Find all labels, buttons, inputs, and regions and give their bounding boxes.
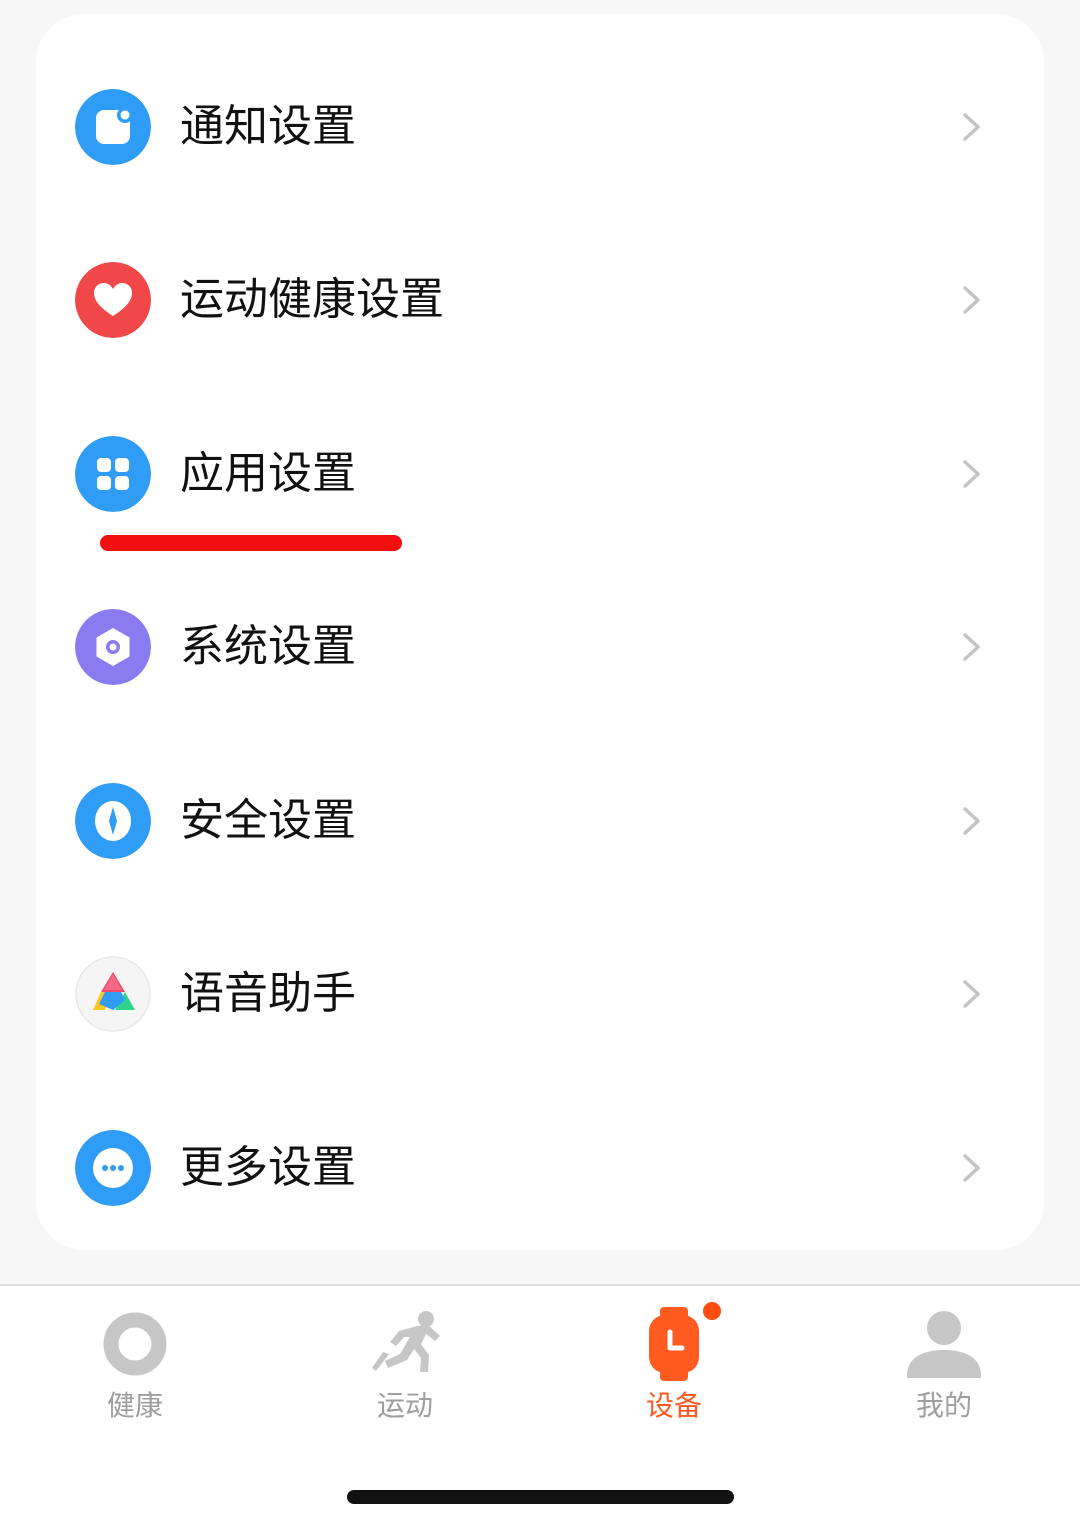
notification-badge-dot — [703, 1302, 721, 1320]
chevron-right-icon — [956, 806, 986, 836]
shield-icon — [75, 783, 151, 859]
running-icon — [365, 1304, 445, 1384]
settings-item-label: 系统设置 — [180, 621, 356, 672]
settings-item-notification[interactable]: 通知设置 — [36, 39, 1044, 213]
settings-item-label: 应用设置 — [180, 448, 356, 499]
health-ring-icon — [95, 1304, 175, 1384]
settings-item-health[interactable]: 运动健康设置 — [36, 212, 1044, 386]
tab-label: 我的 — [915, 1389, 972, 1422]
settings-item-label: 更多设置 — [180, 1142, 356, 1193]
settings-item-label: 安全设置 — [180, 795, 356, 846]
chevron-right-icon — [956, 979, 986, 1009]
settings-item-apps[interactable]: 应用设置 — [36, 386, 1044, 560]
settings-item-more[interactable]: 更多设置 — [36, 1080, 1044, 1254]
watch-icon — [634, 1304, 714, 1384]
tab-profile[interactable]: 我的 — [859, 1286, 1029, 1436]
chevron-right-icon — [956, 1153, 986, 1183]
settings-item-voice-assistant[interactable]: 语音助手 — [36, 906, 1044, 1080]
profile-icon — [904, 1304, 984, 1384]
chevron-right-icon — [956, 112, 986, 142]
apps-grid-icon — [75, 436, 151, 512]
more-dots-icon — [75, 1130, 151, 1206]
hexagon-settings-icon — [75, 609, 151, 685]
tab-health[interactable]: 健康 — [50, 1286, 220, 1436]
heart-icon — [75, 262, 151, 338]
annotation-underline — [100, 535, 402, 551]
voice-assistant-icon — [75, 956, 151, 1032]
tab-device[interactable]: 设备 — [589, 1286, 759, 1436]
tab-label: 运动 — [376, 1389, 433, 1422]
chevron-right-icon — [956, 632, 986, 662]
chevron-right-icon — [956, 459, 986, 489]
home-indicator — [347, 1490, 734, 1504]
settings-card: 通知设置 运动健康设置 应用设置 系统设置 安全设置 语音助手 更多设置 — [36, 14, 1044, 1250]
tab-label: 健康 — [106, 1389, 163, 1422]
tab-label: 设备 — [645, 1389, 702, 1422]
settings-item-label: 运动健康设置 — [180, 274, 444, 325]
settings-item-label: 语音助手 — [180, 968, 356, 1019]
settings-item-label: 通知设置 — [180, 101, 356, 152]
chevron-right-icon — [956, 285, 986, 315]
tab-sport[interactable]: 运动 — [320, 1286, 490, 1436]
settings-item-system[interactable]: 系统设置 — [36, 559, 1044, 733]
notification-icon — [75, 89, 151, 165]
settings-item-security[interactable]: 安全设置 — [36, 733, 1044, 907]
